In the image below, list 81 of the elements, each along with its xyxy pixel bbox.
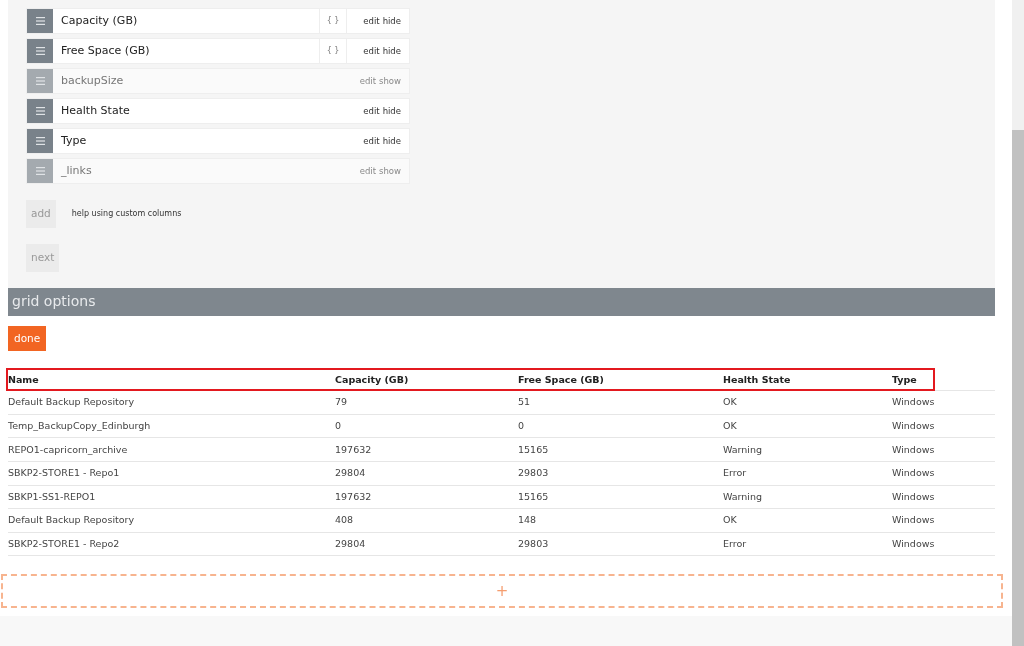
menu-icon xyxy=(35,47,45,55)
table-cell: OK xyxy=(723,509,892,533)
column-header[interactable]: Free Space (GB) xyxy=(518,369,723,392)
drag-handle[interactable] xyxy=(27,69,53,93)
column-row[interactable]: Health State edit hide xyxy=(26,98,410,124)
table-cell: Windows xyxy=(892,485,995,510)
toggle-link[interactable]: show xyxy=(379,74,401,88)
menu-icon xyxy=(35,107,45,115)
column-header[interactable]: Name xyxy=(8,369,335,392)
column-row[interactable]: Type edit hide xyxy=(26,128,410,154)
table-cell: 15165 xyxy=(518,438,723,463)
table-cell: Windows xyxy=(892,391,995,415)
table-cell: Default Backup Repository xyxy=(8,391,335,415)
scrollbar-thumb[interactable] xyxy=(1012,130,1024,646)
toggle-link[interactable]: show xyxy=(379,164,401,178)
table-cell: OK xyxy=(723,414,892,439)
toggle-link[interactable]: hide xyxy=(382,104,401,118)
table-cell: OK xyxy=(723,391,892,415)
column-row[interactable]: _links edit show xyxy=(26,158,410,184)
table-cell: SBKP1-SS1-REPO1 xyxy=(8,485,335,510)
table-cell: 408 xyxy=(335,509,518,533)
edit-link[interactable]: edit xyxy=(363,134,380,148)
table-cell: Warning xyxy=(723,485,892,510)
help-link[interactable]: help using custom columns xyxy=(71,207,182,220)
toggle-link[interactable]: hide xyxy=(382,14,401,28)
edit-link[interactable]: edit xyxy=(363,104,380,118)
table-cell: SBKP2-STORE1 - Repo1 xyxy=(8,462,335,486)
table-cell: Error xyxy=(723,462,892,486)
drag-handle[interactable] xyxy=(27,99,53,123)
table-cell: Windows xyxy=(892,438,995,463)
table-cell: Windows xyxy=(892,462,995,486)
drag-handle[interactable] xyxy=(27,9,53,33)
menu-icon xyxy=(35,167,45,175)
table-cell: 29803 xyxy=(518,462,723,486)
table-cell: 148 xyxy=(518,509,723,533)
edit-link[interactable]: edit xyxy=(359,164,377,178)
column-label: Capacity (GB) xyxy=(60,12,139,29)
edit-link[interactable]: edit xyxy=(359,74,377,88)
table-cell: Warning xyxy=(723,438,892,463)
column-header[interactable]: Capacity (GB) xyxy=(335,369,518,392)
drag-handle[interactable] xyxy=(27,39,53,63)
table-cell: Windows xyxy=(892,532,995,557)
column-header[interactable]: Type xyxy=(892,369,995,392)
table-cell: 79 xyxy=(335,391,518,415)
menu-icon xyxy=(35,77,45,85)
toggle-link[interactable]: hide xyxy=(382,44,401,58)
column-label: _links xyxy=(60,162,93,179)
column-label: Free Space (GB) xyxy=(60,42,151,59)
column-label: backupSize xyxy=(60,72,125,89)
table-cell: Error xyxy=(723,532,892,557)
table-cell: SBKP2-STORE1 - Repo2 xyxy=(8,532,335,557)
table-cell: Default Backup Repository xyxy=(8,509,335,533)
table-cell: Windows xyxy=(892,414,995,439)
edit-link[interactable]: edit xyxy=(363,44,380,58)
column-label: Type xyxy=(60,132,88,149)
table-cell: 0 xyxy=(518,414,723,439)
column-header[interactable]: Health State xyxy=(723,369,892,392)
drag-handle[interactable] xyxy=(27,159,53,183)
column-row[interactable]: Capacity (GB) { } edit hide xyxy=(26,8,410,34)
table-cell: 29804 xyxy=(335,462,518,486)
table-cell: 51 xyxy=(518,391,723,415)
column-label: Health State xyxy=(60,102,131,119)
toggle-link[interactable]: hide xyxy=(382,134,401,148)
template-button[interactable]: { } xyxy=(319,39,347,63)
table-cell: 29804 xyxy=(335,532,518,557)
column-row[interactable]: backupSize edit show xyxy=(26,68,410,94)
table-cell: 197632 xyxy=(335,485,518,510)
table-cell: REPO1-capricorn_archive xyxy=(8,438,335,463)
table-cell: 0 xyxy=(335,414,518,439)
template-button[interactable]: { } xyxy=(319,9,347,33)
table-cell: Temp_BackupCopy_Edinburgh xyxy=(8,414,335,439)
menu-icon xyxy=(35,137,45,145)
menu-icon xyxy=(35,17,45,25)
table-cell: 197632 xyxy=(335,438,518,463)
drag-handle[interactable] xyxy=(27,129,53,153)
column-row[interactable]: Free Space (GB) { } edit hide xyxy=(26,38,410,64)
table-cell: 15165 xyxy=(518,485,723,510)
table-cell: Windows xyxy=(892,509,995,533)
section-header: grid options xyxy=(8,287,995,316)
table-cell: 29803 xyxy=(518,532,723,557)
edit-link[interactable]: edit xyxy=(363,14,380,28)
